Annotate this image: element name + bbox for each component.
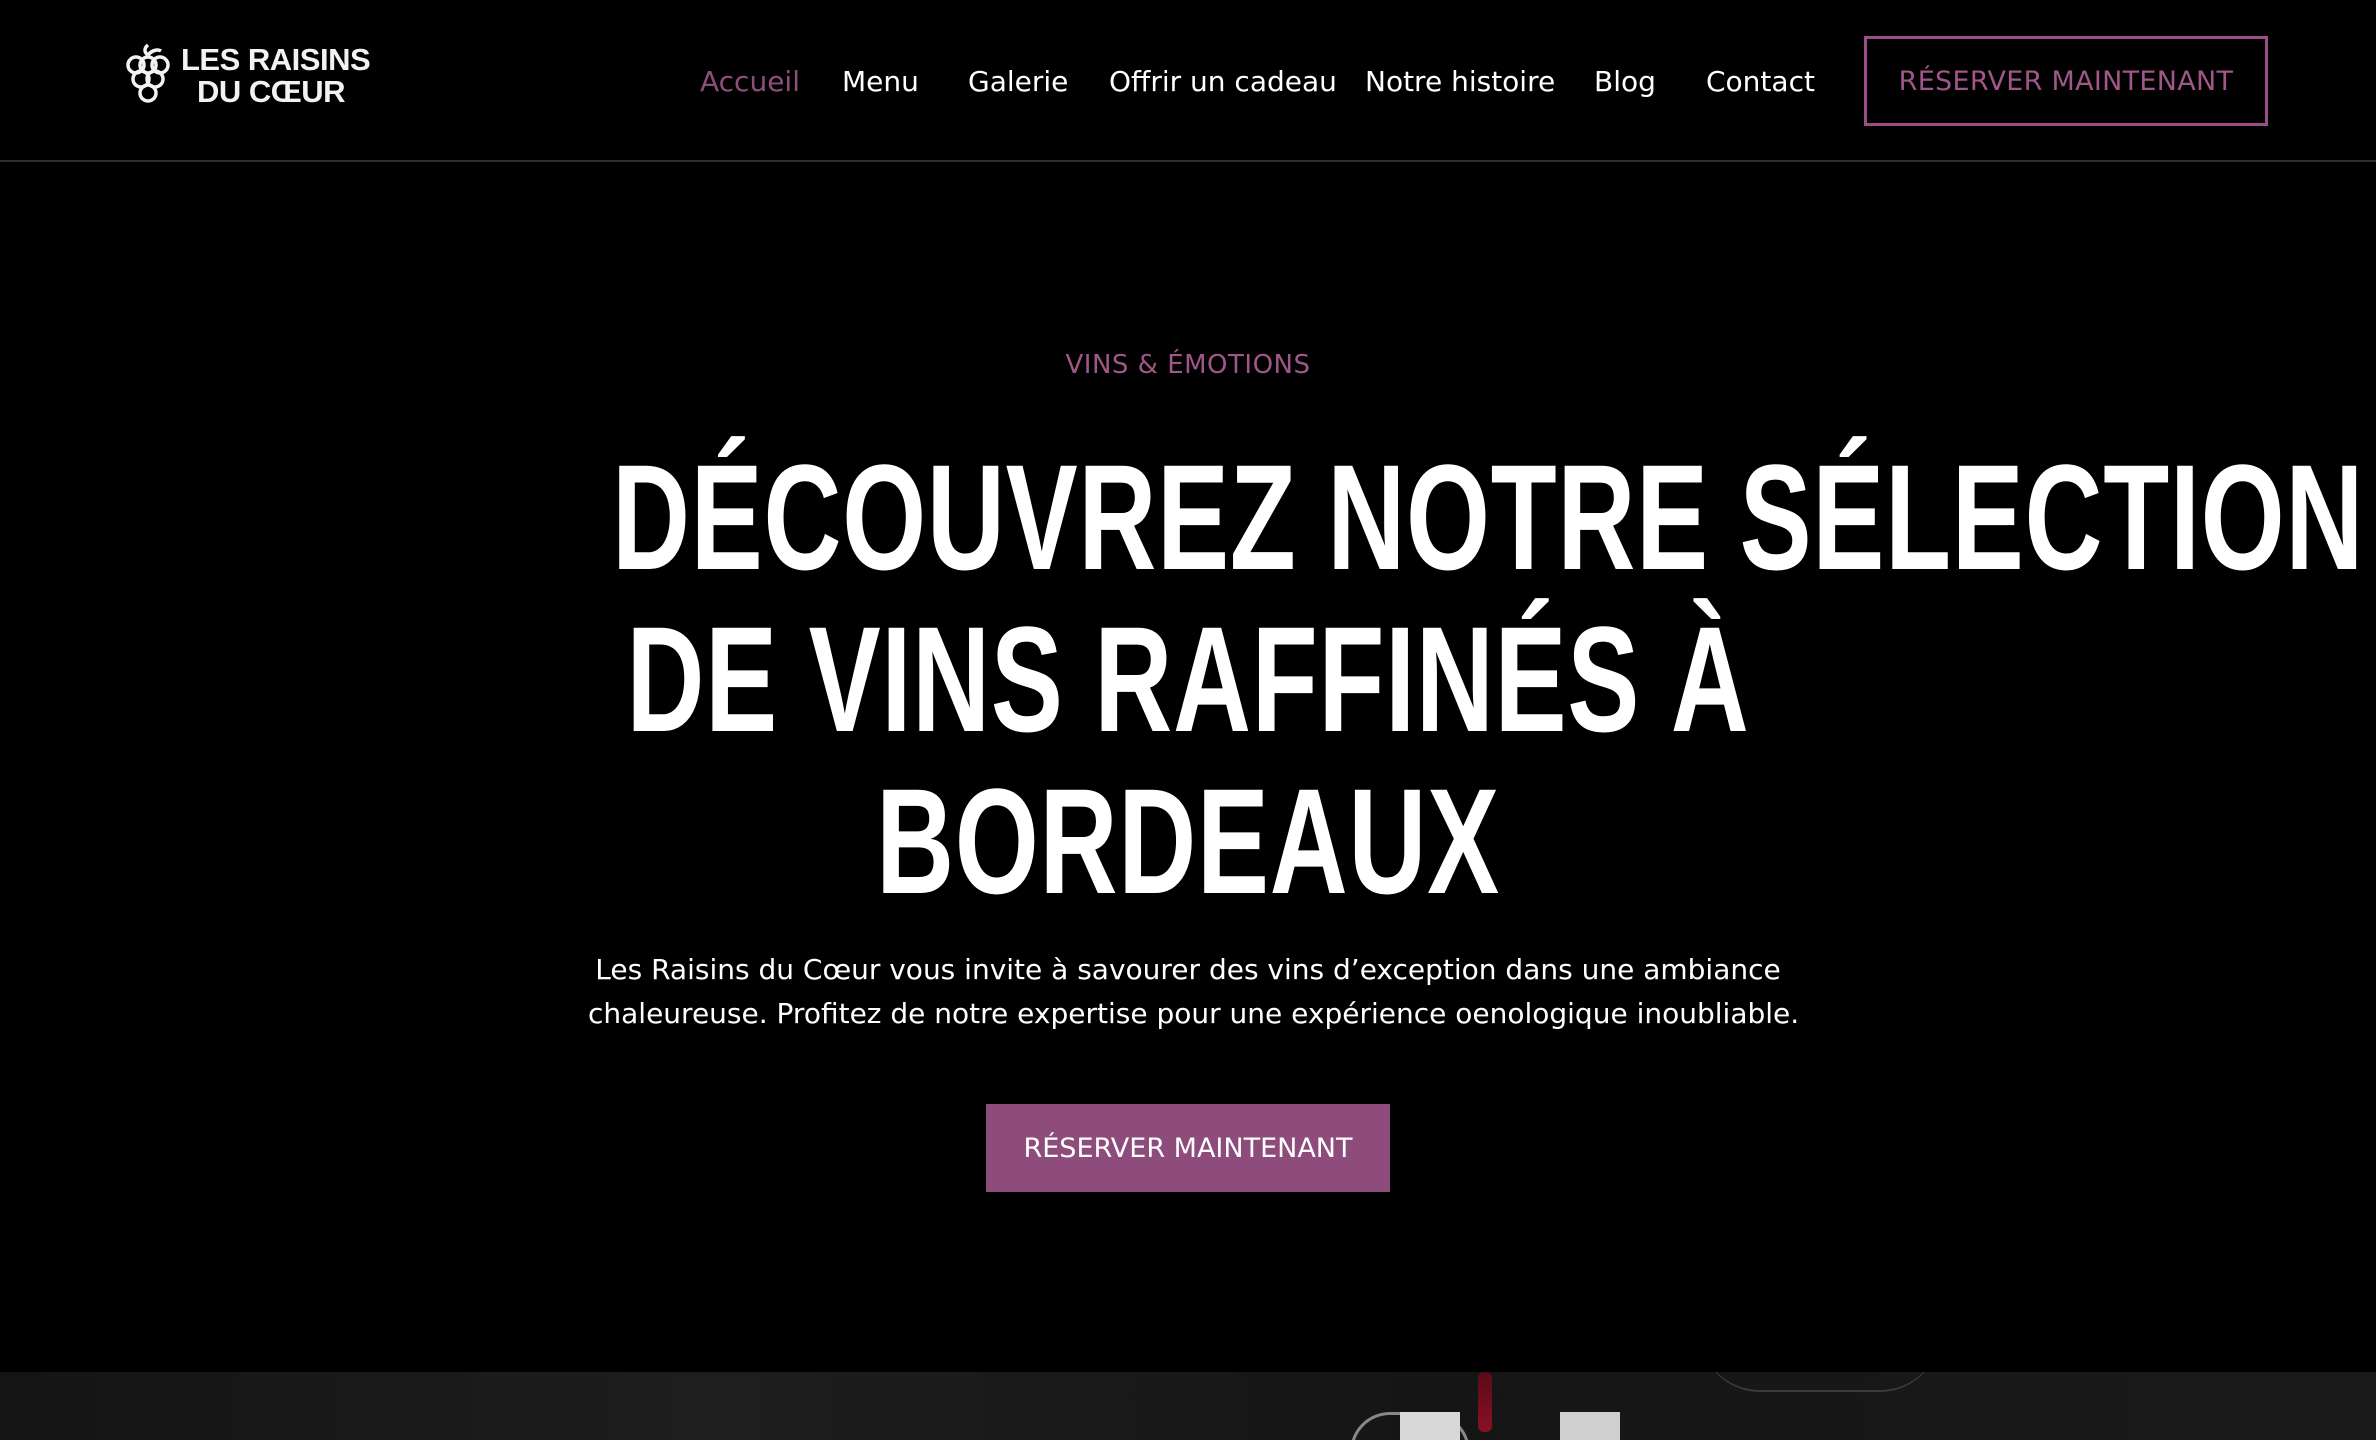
- wine-stream: [1478, 1372, 1492, 1432]
- hero-headline-line1: DÉCOUVREZ NOTRE SÉLECTION: [612, 433, 2365, 601]
- bottle-shape: [1700, 1372, 1940, 1392]
- hero-headline-line3: BORDEAUX: [876, 757, 1500, 925]
- hero-headline-line2: DE VINS RAFFINÉS À: [626, 595, 1750, 763]
- hero-description-line2: chaleureuse. Profitez de notre expertise…: [588, 997, 1800, 1030]
- reserve-now-header-button[interactable]: RÉSERVER MAINTENANT: [1864, 36, 2268, 126]
- wine-pour-image: [0, 1372, 2376, 1440]
- brand-logo[interactable]: LES RAISINS DU CŒUR: [121, 40, 371, 112]
- nav-item-menu[interactable]: Menu: [842, 58, 919, 106]
- brand-name: LES RAISINS DU CŒUR: [181, 42, 371, 109]
- grapes-icon: [126, 43, 170, 103]
- site-header: LES RAISINS DU CŒUR Accueil Menu Galerie…: [0, 0, 2376, 162]
- nav-item-contact[interactable]: Contact: [1706, 58, 1815, 106]
- nav-item-notre-histoire[interactable]: Notre histoire: [1365, 58, 1555, 106]
- nav-item-blog[interactable]: Blog: [1594, 58, 1656, 106]
- glass-reflection-left: [1400, 1412, 1460, 1440]
- hero-eyebrow: VINS & ÉMOTIONS: [1065, 350, 1311, 380]
- hero-headline: DÉCOUVREZ NOTRE SÉLECTION DE VINS RAFFIN…: [612, 433, 2365, 925]
- brand-name-line1: LES RAISINS: [181, 42, 371, 77]
- hero-section: VINS & ÉMOTIONS DÉCOUVREZ NOTRE SÉLECTIO…: [0, 164, 2376, 1372]
- reserve-now-hero-button[interactable]: RÉSERVER MAINTENANT: [986, 1104, 1390, 1192]
- nav-item-accueil[interactable]: Accueil: [700, 58, 800, 106]
- nav-item-galerie[interactable]: Galerie: [968, 58, 1068, 106]
- brand-name-line2: DU CŒUR: [197, 74, 346, 109]
- nav-item-offrir-un-cadeau[interactable]: Offrir un cadeau: [1109, 58, 1337, 106]
- hero-description-line1: Les Raisins du Cœur vous invite à savour…: [595, 953, 1781, 986]
- glass-reflection-right: [1560, 1412, 1620, 1440]
- hero-description: Les Raisins du Cœur vous invite à savour…: [588, 948, 1800, 1036]
